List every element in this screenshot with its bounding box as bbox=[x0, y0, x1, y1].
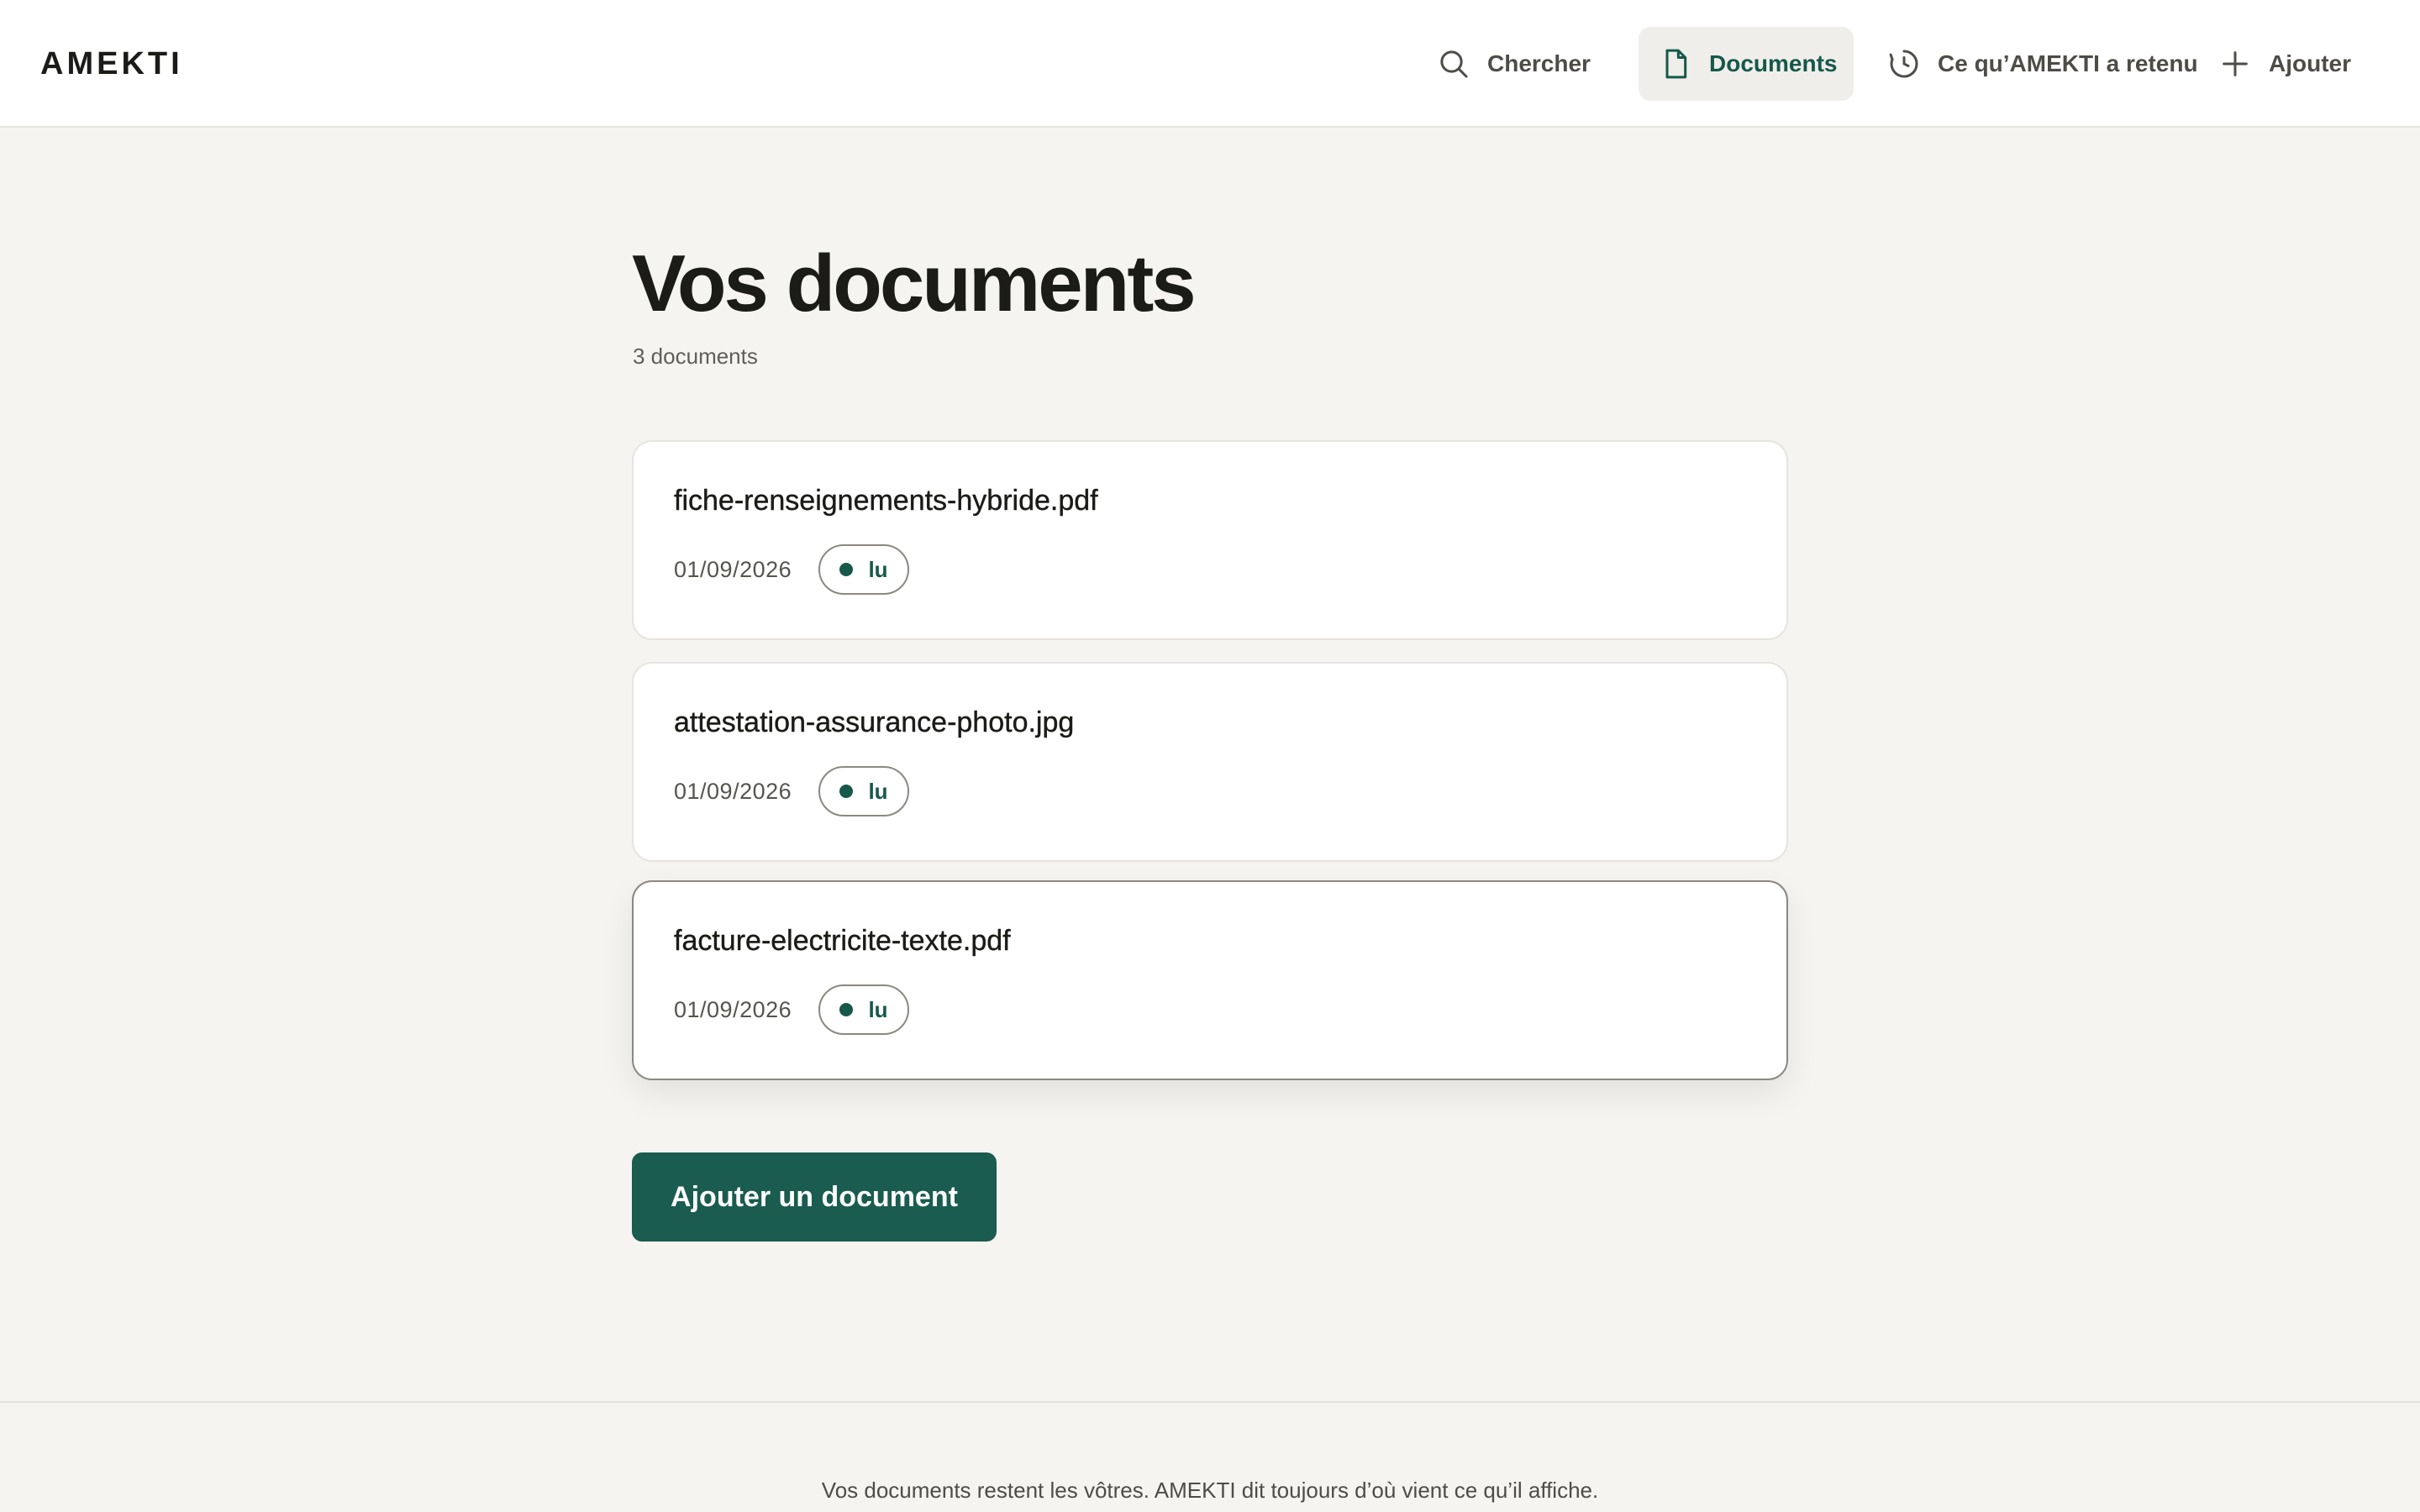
status-badge: lu bbox=[818, 984, 909, 1035]
document-date: 01/09/2026 bbox=[674, 557, 792, 582]
nav-search-label: Chercher bbox=[1487, 50, 1591, 76]
document-card[interactable]: facture-electricite-texte.pdf 01/09/2026… bbox=[632, 880, 1788, 1080]
nav-add-label: Ajouter bbox=[2269, 50, 2351, 76]
nav-documents-label: Documents bbox=[1709, 50, 1838, 76]
nav-search[interactable]: Chercher bbox=[1437, 27, 1622, 101]
nav-memory-label: Ce qu’AMEKTI a retenu bbox=[1938, 50, 2198, 76]
document-count: 3 documents bbox=[633, 344, 758, 369]
add-document-button[interactable]: Ajouter un document bbox=[632, 1152, 997, 1242]
document-date: 01/09/2026 bbox=[674, 779, 792, 804]
document-name: attestation-assurance-photo.jpg bbox=[674, 706, 1075, 738]
nav-add[interactable]: Ajouter bbox=[2218, 27, 2386, 101]
status-badge: lu bbox=[818, 766, 909, 816]
brand-logo[interactable]: AMEKTI bbox=[40, 42, 183, 86]
document-name: fiche-renseignements-hybride.pdf bbox=[674, 485, 1098, 517]
status-label: lu bbox=[868, 778, 888, 804]
nav-memory[interactable]: Ce qu’AMEKTI a retenu bbox=[1887, 27, 2198, 101]
footer-text: Vos documents restent les vôtres. AMEKTI… bbox=[821, 1478, 1599, 1503]
status-label: lu bbox=[868, 556, 888, 582]
history-icon bbox=[1889, 50, 1918, 78]
status-badge: lu bbox=[818, 544, 909, 595]
nav-documents[interactable]: Documents bbox=[1639, 27, 1854, 101]
page-title: Vos documents bbox=[632, 239, 1197, 328]
status-dot-icon bbox=[839, 785, 854, 798]
status-label: lu bbox=[868, 996, 888, 1022]
document-card[interactable]: attestation-assurance-photo.jpg 01/09/20… bbox=[632, 662, 1788, 862]
footer: Vos documents restent les vôtres. AMEKTI… bbox=[0, 1401, 2420, 1512]
top-bar: AMEKTI Chercher Documents Ce qu’AMEKTI a… bbox=[0, 0, 2420, 128]
search-icon bbox=[1440, 50, 1468, 78]
status-dot-icon bbox=[839, 563, 854, 576]
document-name: facture-electricite-texte.pdf bbox=[674, 925, 1011, 957]
document-card[interactable]: fiche-renseignements-hybride.pdf 01/09/2… bbox=[632, 440, 1788, 640]
status-dot-icon bbox=[839, 1003, 854, 1016]
plus-icon bbox=[2223, 51, 2248, 76]
document-icon bbox=[1665, 49, 1687, 79]
document-date: 01/09/2026 bbox=[674, 997, 792, 1022]
